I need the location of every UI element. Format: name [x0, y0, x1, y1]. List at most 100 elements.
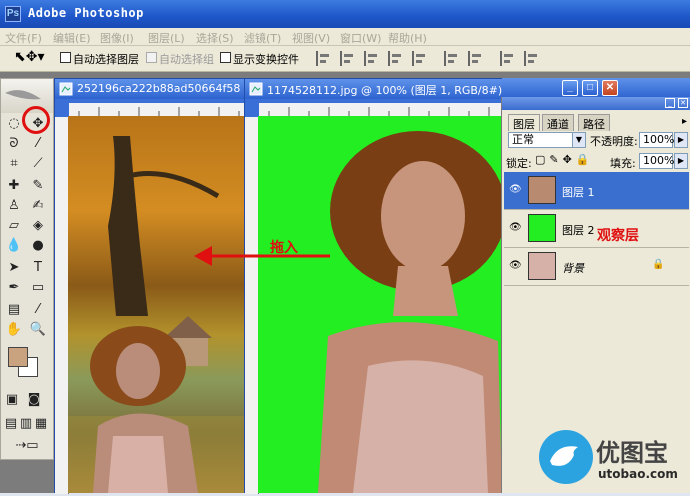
fill-arrow-icon[interactable]: ▶: [674, 153, 688, 169]
distribute-vcenter-icon[interactable]: [468, 51, 482, 66]
auto-select-layer-checkbox[interactable]: [60, 52, 71, 63]
lock-label: 锁定:: [506, 157, 532, 170]
tab-channels[interactable]: 通道: [542, 114, 574, 131]
show-transform-checkbox[interactable]: [220, 52, 231, 63]
visibility-eye-icon[interactable]: 👁: [509, 222, 522, 234]
lock-icons[interactable]: ▢✎✥🔒: [535, 153, 615, 166]
align-top-icon[interactable]: [316, 51, 330, 66]
jump-to-imageready-icon[interactable]: ⇢▭: [9, 437, 45, 455]
screen-mode-full-menu-icon[interactable]: ▥: [19, 415, 33, 433]
opacity-input[interactable]: 100%: [639, 132, 674, 148]
menu-file[interactable]: 文件(F): [5, 30, 42, 46]
panel-minimize-icon[interactable]: _: [665, 98, 675, 108]
chevron-down-icon[interactable]: ▼: [572, 132, 586, 148]
paint-bucket-icon[interactable]: ◈: [28, 217, 48, 235]
close-button[interactable]: ✕: [602, 80, 618, 96]
show-transform-label: 显示变换控件: [233, 53, 299, 66]
fill-input[interactable]: 100%: [639, 153, 674, 169]
model-green-canvas[interactable]: [258, 116, 506, 493]
document-2-title: 1174528112.jpg @ 100% (图层 1, RGB/8#): [267, 84, 503, 97]
hand-tool-icon[interactable]: ✋: [4, 321, 24, 339]
title-bar: Ps Adobe Photoshop: [0, 0, 690, 28]
utobao-bird-logo-icon: [539, 430, 593, 484]
distribute-hcenter-icon[interactable]: [524, 51, 538, 66]
layer-name: 图层 2: [562, 224, 595, 237]
menu-select[interactable]: 选择(S): [196, 30, 234, 46]
horizontal-ruler[interactable]: [69, 103, 245, 117]
screen-mode-standard-icon[interactable]: ▤: [4, 415, 18, 433]
path-select-icon[interactable]: ➤: [4, 259, 24, 277]
menu-bar: 文件(F) 编辑(E) 图像(I) 图层(L) 选择(S) 滤镜(T) 视图(V…: [0, 28, 690, 46]
menu-filter[interactable]: 滤镜(T): [244, 30, 281, 46]
standard-mode-icon[interactable]: ▣: [4, 391, 20, 409]
menu-layer[interactable]: 图层(L): [148, 30, 185, 46]
horizontal-ruler[interactable]: [259, 103, 505, 117]
healing-brush-icon[interactable]: ✚: [4, 177, 24, 195]
marquee-tool-icon[interactable]: ◌: [4, 115, 24, 133]
dodge-tool-icon[interactable]: ●: [28, 237, 48, 255]
document-2-titlebar[interactable]: 1174528112.jpg @ 100% (图层 1, RGB/8#): [245, 79, 505, 99]
autumn-tree-canvas[interactable]: [68, 116, 244, 493]
watermark-brand: 优图宝: [596, 439, 668, 467]
eyedropper-icon[interactable]: ⁄: [28, 301, 48, 319]
clone-stamp-icon[interactable]: ♙: [4, 197, 24, 215]
pen-tool-icon[interactable]: ✒: [4, 279, 24, 297]
opacity-arrow-icon[interactable]: ▶: [674, 132, 688, 148]
move-tool-preset-icon[interactable]: ⬉✥▾: [14, 49, 50, 69]
slice-tool-icon[interactable]: ⟋: [28, 155, 48, 173]
align-hcenter-icon[interactable]: [412, 51, 426, 66]
panel-menu-icon[interactable]: ▸: [682, 116, 687, 127]
watermark-url: utobao.com: [598, 467, 678, 481]
visibility-eye-icon[interactable]: 👁: [509, 184, 522, 196]
eraser-tool-icon[interactable]: ▱: [4, 217, 24, 235]
auto-select-group-checkbox[interactable]: [146, 52, 157, 63]
vertical-ruler[interactable]: [245, 117, 259, 494]
layer-name: 背景: [562, 262, 584, 275]
menu-image[interactable]: 图像(I): [100, 30, 134, 46]
fill-label: 填充:: [610, 157, 636, 170]
document-icon: [249, 82, 263, 96]
toolbox: ◌ ✥ ᘐ ⁄ ⌗ ⟋ ✚ ✎ ♙ ✍ ▱ ◈ 💧 ● ➤ T ✒ ▭ ▤ ⁄ …: [0, 78, 54, 460]
blur-tool-icon[interactable]: 💧: [4, 237, 24, 255]
align-bottom-icon[interactable]: [364, 51, 378, 66]
notes-tool-icon[interactable]: ▤: [4, 301, 24, 319]
tab-layers[interactable]: 图层: [508, 114, 540, 131]
options-bar: ⬉✥▾ 自动选择图层 自动选择组 显示变换控件: [0, 46, 690, 72]
distribute-left-icon[interactable]: [500, 51, 514, 66]
shape-tool-icon[interactable]: ▭: [28, 279, 48, 297]
menu-window[interactable]: 窗口(W): [340, 30, 381, 46]
layer-row-background[interactable]: 👁 背景 🔒: [504, 248, 689, 286]
lasso-tool-icon[interactable]: ᘐ: [4, 135, 24, 153]
tab-paths[interactable]: 路径: [578, 114, 610, 131]
quick-mask-icon[interactable]: ◙: [26, 391, 42, 409]
distribute-top-icon[interactable]: [444, 51, 458, 66]
brush-tool-icon[interactable]: ✎: [28, 177, 48, 195]
visibility-eye-icon[interactable]: 👁: [509, 260, 522, 272]
align-left-icon[interactable]: [388, 51, 402, 66]
zoom-tool-icon[interactable]: 🔍: [28, 321, 48, 339]
menu-view[interactable]: 视图(V): [292, 30, 330, 46]
screen-mode-full-icon[interactable]: ▦: [34, 415, 48, 433]
minimize-button[interactable]: _: [562, 80, 578, 96]
align-vcenter-icon[interactable]: [340, 51, 354, 66]
crop-tool-icon[interactable]: ⌗: [4, 155, 24, 173]
vertical-ruler[interactable]: [55, 117, 69, 494]
document-1-titlebar[interactable]: 252196ca222b88ad50664f58: [55, 79, 245, 99]
foreground-color-swatch[interactable]: [8, 347, 28, 367]
magic-wand-icon[interactable]: ⁄: [28, 135, 48, 153]
history-brush-icon[interactable]: ✍: [28, 197, 48, 215]
layer-row-1[interactable]: 👁 图层 1: [504, 172, 689, 210]
layer-thumbnail: [528, 176, 556, 204]
layer-name: 图层 1: [562, 186, 595, 199]
opacity-label: 不透明度:: [590, 135, 638, 148]
drag-in-annotation: 拖入: [270, 240, 298, 256]
panel-close-icon[interactable]: ✕: [678, 98, 688, 108]
type-tool-icon[interactable]: T: [28, 259, 48, 277]
app-title: Adobe Photoshop: [28, 6, 144, 20]
document-1-title: 252196ca222b88ad50664f58: [77, 82, 241, 95]
menu-edit[interactable]: 编辑(E): [53, 30, 91, 46]
blend-mode-select[interactable]: 正常: [508, 132, 578, 148]
auto-select-group-label: 自动选择组: [159, 53, 214, 66]
maximize-button[interactable]: □: [582, 80, 598, 96]
menu-help[interactable]: 帮助(H): [388, 30, 427, 46]
